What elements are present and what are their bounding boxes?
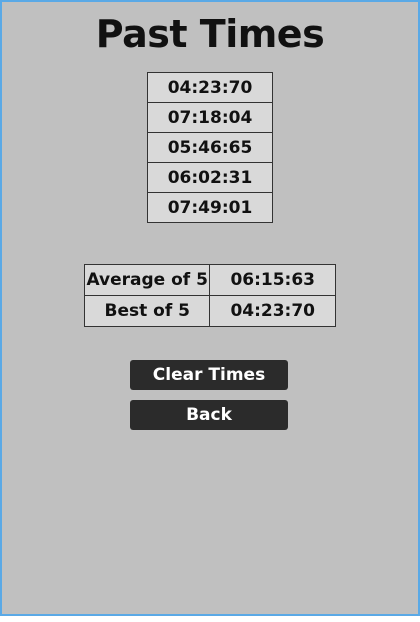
time-entry-1: 04:23:70: [147, 72, 273, 103]
times-list: 04:23:70 07:18:04 05:46:65 06:02:31 07:4…: [147, 72, 273, 223]
average-value: 06:15:63: [209, 264, 336, 296]
page-title: Past Times: [95, 12, 325, 56]
time-entry-2: 07:18:04: [147, 102, 273, 133]
best-label: Best of 5: [83, 295, 211, 327]
best-row: Best of 5 04:23:70: [83, 295, 336, 327]
time-entry-4: 06:02:31: [147, 162, 273, 193]
time-entry-5: 07:49:01: [147, 192, 273, 223]
time-entry-3: 05:46:65: [147, 132, 273, 163]
stats-table: Average of 5 06:15:63 Best of 5 04:23:70: [83, 264, 336, 327]
back-button[interactable]: Back: [130, 400, 288, 430]
average-row: Average of 5 06:15:63: [83, 264, 336, 296]
best-value: 04:23:70: [209, 295, 336, 327]
clear-times-button[interactable]: Clear Times: [130, 360, 288, 390]
average-label: Average of 5: [83, 264, 211, 296]
app-window: Past Times 04:23:70 07:18:04 05:46:65 06…: [0, 0, 420, 616]
